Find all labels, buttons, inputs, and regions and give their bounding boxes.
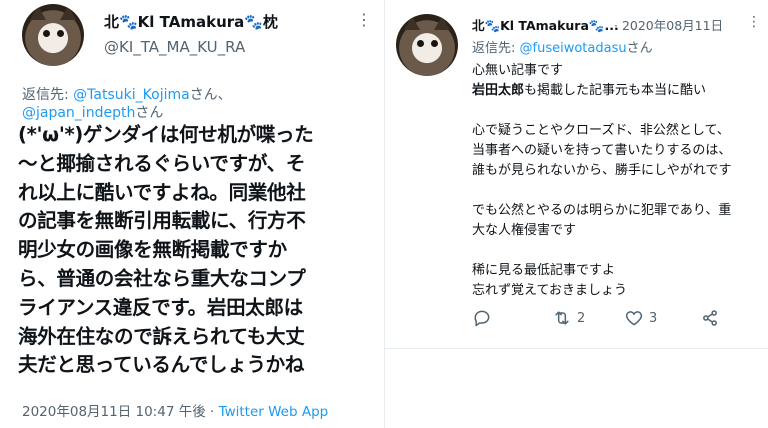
tweet-line: れ以上に酷いですよね。同業他社	[18, 180, 306, 204]
panel-divider	[384, 0, 385, 428]
tweet-line: でも公然とやるのは明らかに犯罪であり、重	[472, 203, 732, 218]
tweet-bottom-border	[384, 348, 768, 349]
tweet-line	[472, 241, 731, 261]
tweet-line: 海外在住なので訴えられても大丈	[18, 324, 305, 348]
reply-context: 返信先: @fuseiwotadasuさん	[472, 37, 653, 56]
tweet-line: ライアンス違反です。岩田太郎は	[18, 295, 303, 319]
tweet-line-rest: も掲載した記事元も本当に酷い	[524, 83, 707, 98]
separator: ·	[205, 404, 219, 420]
tweet-line: の記事を無断引用転載に、行方不	[18, 209, 306, 233]
reply-suffix-1: さん、	[189, 87, 232, 103]
avatar[interactable]	[396, 14, 458, 76]
reply-context-2: @japan_indepthさん	[22, 102, 163, 122]
bold-name: 岩田太郎	[472, 83, 525, 98]
display-name[interactable]: 北🐾Kl TAmakura🐾...	[472, 15, 619, 34]
reply-mention-2[interactable]: @japan_indepth	[22, 105, 135, 121]
avatar-ear-right	[60, 6, 76, 20]
tweet-line: 〜と揶揄されるぐらいですが、そ	[18, 151, 306, 175]
display-name[interactable]: 北🐾Kl TAmakura🐾枕	[104, 11, 278, 32]
avatar-eye-left	[417, 40, 424, 47]
tweet-line: 誰もが見られないから、勝手にしやがれです	[472, 163, 732, 178]
tweet-line: 明少女の画像を無断掲載ですか	[18, 238, 287, 262]
tweet-line: (*'ω'*)ゲンダイは何せ机が喋った	[18, 123, 314, 146]
tweet-line: ら、普通の会社なら重大なコンプ	[18, 266, 306, 290]
tweet-line: 夫だと思っているんでしょうかね	[18, 353, 305, 377]
reply-mention-1[interactable]: @Tatsuki_Kojima	[73, 87, 190, 103]
tweet-actions: 2 3	[472, 308, 742, 334]
tweet-text: (*'ω'*)ゲンダイは何せ机が喋った 〜と揶揄されるぐらいですが、そ れ以上に…	[18, 121, 368, 380]
tweet-date[interactable]: · 2020年08月11日	[614, 15, 723, 34]
user-handle[interactable]: @KI_TA_MA_KU_RA	[104, 38, 245, 56]
reply-icon	[474, 310, 490, 327]
reply-mention[interactable]: @fuseiwotadasu	[520, 41, 627, 56]
heart-icon	[625, 311, 643, 326]
reply-button[interactable]	[472, 308, 497, 328]
source-app[interactable]: Twitter Web App	[219, 404, 329, 420]
reply-context: 返信先: @Tatsuki_Kojimaさん、	[22, 84, 232, 104]
tweet-text: 心無い記事です 岩田太郎も掲載した記事元も本当に酷い 心で疑うことやクローズド、…	[472, 61, 731, 301]
share-icon	[703, 310, 717, 326]
avatar[interactable]	[22, 4, 84, 66]
reply-suffix-2: さん	[135, 105, 164, 121]
avatar-eye-right	[431, 40, 438, 47]
avatar-ear-left	[30, 6, 46, 20]
share-button[interactable]	[700, 308, 720, 328]
retweet-icon	[555, 311, 569, 325]
reply-prefix: 返信先:	[22, 87, 74, 103]
tweet-line: 心で疑うことやクローズド、非公然として、	[472, 123, 730, 138]
tweet-line: 岩田太郎も掲載した記事元も本当に酷い	[472, 81, 731, 101]
avatar-eye-right	[57, 30, 64, 37]
like-count: 3	[649, 310, 658, 326]
tweet-line: 稀に見る最低記事ですよ	[472, 263, 616, 278]
reply-suffix: さん	[626, 41, 653, 56]
tweet-meta: 2020年08月11日 10:47 午後 · Twitter Web App	[22, 400, 328, 420]
tweet-line: 大な人権侵害です	[472, 223, 577, 238]
tweet-line: 忘れず覚えておきましょう	[472, 283, 627, 298]
avatar-eye-left	[43, 30, 50, 37]
retweet-count: 2	[577, 310, 586, 326]
reply-prefix: 返信先:	[472, 41, 520, 56]
retweet-button[interactable]: 2	[552, 308, 585, 328]
tweet-line: 心無い記事です	[472, 63, 564, 78]
tweet-line	[472, 101, 731, 121]
tweet-line	[472, 181, 731, 201]
avatar-ear-left	[404, 16, 420, 30]
timestamp[interactable]: 2020年08月11日 10:47 午後	[22, 404, 206, 420]
more-vertical-icon[interactable]: ⋮	[356, 12, 372, 28]
more-vertical-icon[interactable]: ⋮	[747, 15, 761, 29]
avatar-ear-right	[434, 16, 450, 30]
like-button[interactable]: 3	[624, 308, 657, 328]
tweet-line: 当事者への疑いを持って書いたりするのは、	[472, 143, 732, 158]
